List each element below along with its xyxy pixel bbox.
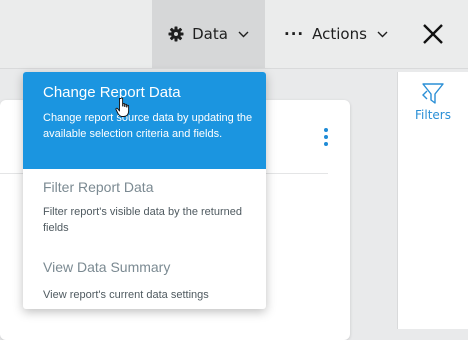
- close-icon: [422, 23, 444, 45]
- filter-icon: [420, 82, 446, 108]
- menu-item-view-data-summary[interactable]: View Data Summary View report's current …: [23, 249, 266, 309]
- menu-item-title: View Data Summary: [43, 259, 171, 275]
- actions-menu-button[interactable]: ··· Actions: [284, 0, 388, 68]
- menu-item-description: Filter report's visible data by the retu…: [43, 206, 242, 234]
- data-menu-label: Data: [192, 25, 228, 43]
- menu-item-title: Filter Report Data: [43, 179, 154, 195]
- close-button[interactable]: [416, 0, 450, 68]
- chevron-down-icon: [377, 31, 388, 38]
- more-options-icon[interactable]: [322, 128, 330, 148]
- data-menu-button[interactable]: Data: [152, 0, 265, 68]
- menu-item-description: Change report source data by updating th…: [43, 112, 253, 140]
- top-toolbar: Data ··· Actions: [0, 0, 468, 69]
- menu-item-filter-report-data[interactable]: Filter Report Data Filter report's visib…: [23, 169, 266, 249]
- filters-tab-label: Filters: [415, 108, 451, 122]
- menu-item-change-report-data[interactable]: Change Report Data Change report source …: [23, 72, 266, 169]
- menu-item-description: View report's current data settings: [43, 289, 209, 301]
- actions-menu-label: Actions: [312, 25, 367, 43]
- gear-icon: [168, 26, 184, 42]
- filters-tab[interactable]: Filters: [405, 76, 461, 128]
- ellipsis-icon: ···: [284, 25, 305, 43]
- hand-pointer-icon: [115, 97, 133, 123]
- chevron-down-icon: [238, 31, 249, 38]
- menu-item-title: Change Report Data: [43, 84, 181, 101]
- data-dropdown-menu: Change Report Data Change report source …: [23, 72, 266, 309]
